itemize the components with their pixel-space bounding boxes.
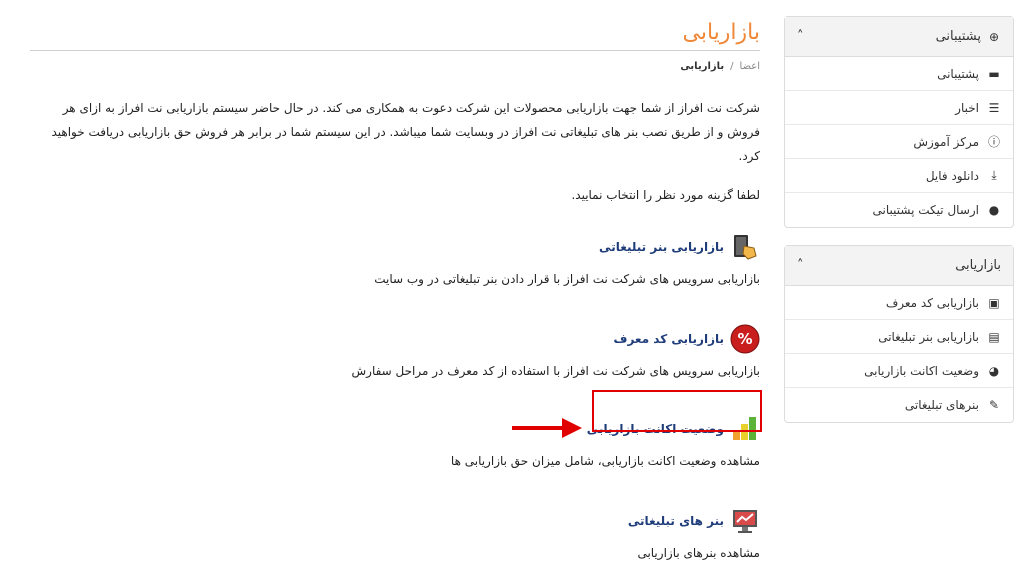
section-title: بازاریابی بنر تبلیغاتی (599, 240, 724, 254)
prompt-text: لطفا گزینه مورد نظر را انتخاب نمایید. (571, 188, 760, 202)
breadcrumb-separator: / (730, 61, 734, 72)
section-desc: بازاریابی سرویس های شرکت نت افراز با است… (351, 364, 760, 378)
sidebar-item-label: بازاریابی بنر تبلیغاتی (878, 329, 979, 344)
sidebar: ⊕ پشتیبانی ˄ ▬ پشتیبانی ☰ اخبار ⓘ مرکز آ… (784, 16, 1014, 440)
sidebar-item-learning[interactable]: ⓘ مرکز آموزش (785, 125, 1013, 159)
breadcrumb-item-current: بازاریابی (680, 61, 725, 72)
section-banner-marketing: بازاریابی بنر تبلیغاتی بازاریابی سرویس ه… (30, 232, 760, 286)
section-title: بنر های تبلیغاتی (627, 514, 724, 528)
sidebar-item-label: مرکز آموزش (913, 134, 979, 149)
monitor-chart-icon (730, 506, 760, 536)
percent-icon: % (730, 324, 760, 354)
sidebar-item-news[interactable]: ☰ اخبار (785, 91, 1013, 125)
info-icon: ⓘ (987, 135, 1000, 149)
section-desc: مشاهده بنرهای بازاریابی (637, 546, 760, 560)
ticket-icon: ▬ (988, 66, 1000, 81)
sidebar-item-label: بنرهای تبلیغاتی (904, 398, 979, 412)
section-referral-code: % بازاریابی کد معرف بازاریابی سرویس های … (30, 324, 760, 378)
page-title: بازاریابی (682, 20, 760, 45)
section-banners-link[interactable]: بنر های تبلیغاتی (30, 506, 760, 536)
sidebar-item-support[interactable]: ▬ پشتیبانی (785, 57, 1013, 91)
marketing-panel-title: بازاریابی (955, 258, 1001, 273)
money-icon: ▤ (988, 329, 1000, 344)
arrow-right-icon (512, 418, 582, 438)
svg-text:%: % (737, 330, 752, 348)
marketing-panel: بازاریابی ˄ ▣ بازاریابی کد معرف ▤ بازاری… (784, 245, 1014, 423)
sidebar-item-ticket[interactable]: ● ارسال تیکت پشتیبانی (785, 193, 1013, 227)
section-title: بازاریابی کد معرف (613, 332, 724, 346)
sidebar-item-banners[interactable]: ✎ بنرهای تبلیغاتی (785, 388, 1013, 422)
id-card-icon: ▣ (988, 295, 1000, 310)
support-panel-header[interactable]: ⊕ پشتیبانی ˄ (785, 17, 1013, 57)
marketing-panel-header[interactable]: بازاریابی ˄ (785, 246, 1013, 286)
chevron-up-icon[interactable]: ˄ (797, 258, 804, 273)
download-icon: ⤓ (991, 168, 997, 182)
main-content: بازاریابی اعضا / بازاریابی شرکت نت افراز… (30, 16, 760, 202)
pie-chart-icon: ◕ (988, 363, 1000, 378)
support-panel: ⊕ پشتیبانی ˄ ▬ پشتیبانی ☰ اخبار ⓘ مرکز آ… (784, 16, 1014, 228)
section-referral-code-link[interactable]: % بازاریابی کد معرف (30, 324, 760, 354)
sidebar-item-label: پشتیبانی (937, 66, 979, 81)
section-desc: بازاریابی سرویس های شرکت نت افراز با قرا… (374, 272, 760, 286)
highlight-box (592, 390, 762, 432)
intro-text: شرکت نت افراز از شما جهت بازاریابی محصول… (51, 101, 760, 163)
lifebuoy-icon: ⊕ (988, 29, 1000, 44)
section-banners: بنر های تبلیغاتی مشاهده بنرهای بازاریابی (30, 506, 760, 560)
sidebar-item-label: ارسال تیکت پشتیبانی (872, 203, 979, 217)
banner-hand-icon (730, 232, 760, 262)
brush-icon: ✎ (988, 398, 1000, 412)
chevron-up-icon[interactable]: ˄ (797, 29, 804, 44)
support-panel-title: پشتیبانی (935, 29, 981, 44)
sidebar-item-downloads[interactable]: ⤓ دانلود فایل (785, 159, 1013, 193)
section-desc: مشاهده وضعیت اکانت بازاریابی، شامل میزان… (450, 454, 760, 468)
sidebar-item-referral-code[interactable]: ▣ بازاریابی کد معرف (785, 286, 1013, 320)
sidebar-item-label: دانلود فایل (925, 168, 979, 183)
sidebar-item-banner-marketing[interactable]: ▤ بازاریابی بنر تبلیغاتی (785, 320, 1013, 354)
breadcrumb-item-members[interactable]: اعضا (740, 61, 760, 72)
sidebar-item-label: بازاریابی کد معرف (885, 295, 979, 310)
sidebar-item-label: وضعیت اکانت بازاریابی (864, 363, 979, 378)
section-banner-marketing-link[interactable]: بازاریابی بنر تبلیغاتی (30, 232, 760, 262)
list-icon: ☰ (988, 100, 1000, 115)
title-divider (30, 50, 760, 51)
breadcrumb: اعضا / بازاریابی (30, 61, 760, 72)
sidebar-item-account-status[interactable]: ◕ وضعیت اکانت بازاریابی (785, 354, 1013, 388)
sidebar-item-label: اخبار (955, 100, 979, 115)
comments-icon: ● (988, 203, 1000, 217)
